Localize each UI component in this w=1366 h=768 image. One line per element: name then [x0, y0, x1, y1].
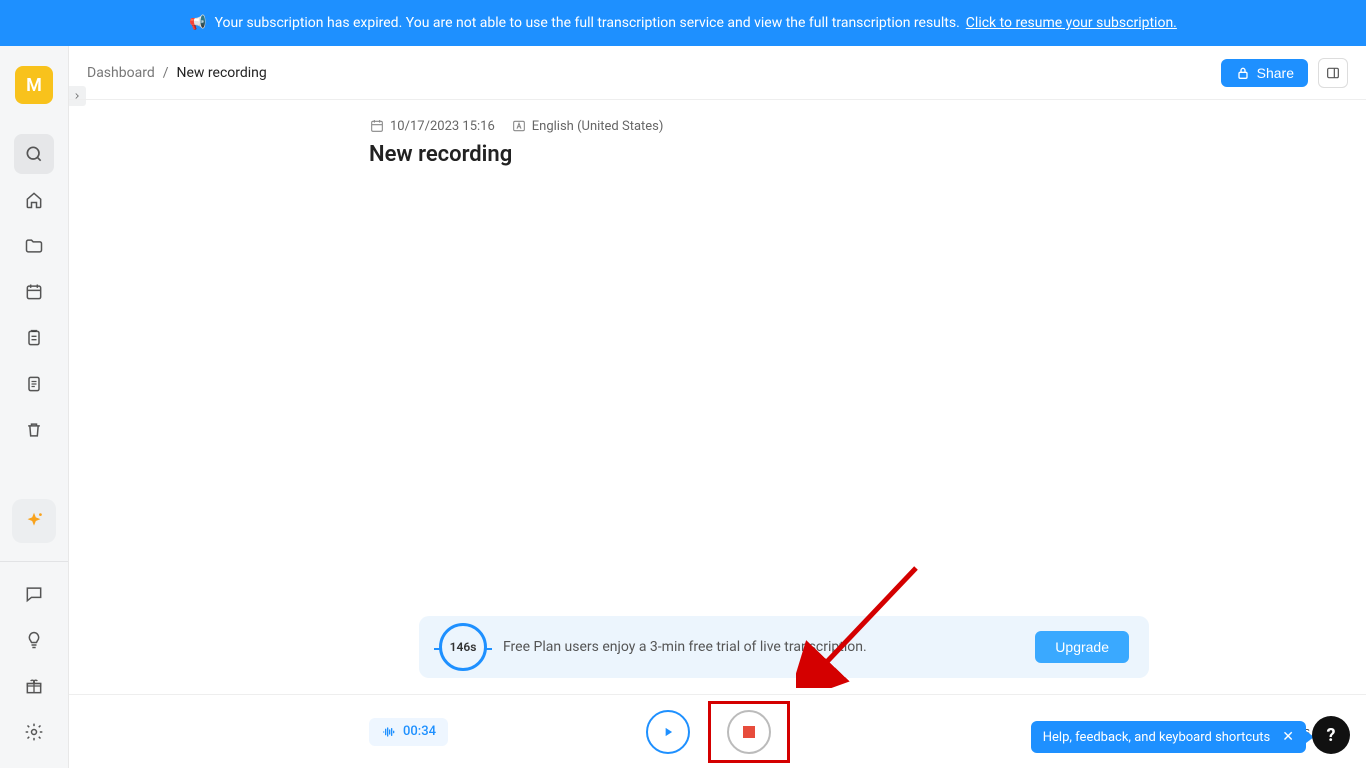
breadcrumb-separator: / [163, 65, 169, 81]
sidebar-trash[interactable] [14, 410, 54, 450]
search-icon [24, 144, 44, 164]
main-content: Dashboard / New recording Share 10/17/20… [68, 46, 1366, 768]
upgrade-button[interactable]: Upgrade [1035, 631, 1129, 663]
meta-row: 10/17/2023 15:16 English (United States) [369, 118, 1326, 134]
breadcrumb-current: New recording [177, 65, 267, 81]
language-icon [511, 118, 527, 134]
panel-icon [1325, 65, 1341, 81]
sidebar: M [0, 46, 68, 768]
sidebar-feedback[interactable] [14, 574, 54, 614]
clipboard-icon [24, 328, 44, 348]
stop-icon [743, 726, 755, 738]
sidebar-divider [0, 561, 68, 562]
waveform-icon [381, 724, 397, 740]
sidebar-settings[interactable] [14, 712, 54, 752]
calendar-icon [24, 282, 44, 302]
share-label: Share [1257, 65, 1294, 81]
megaphone-icon: 📢 [189, 15, 206, 31]
folder-icon [24, 236, 44, 256]
play-icon [661, 725, 675, 739]
trial-timer: 146s [439, 623, 487, 671]
recording-date: 10/17/2023 15:16 [390, 119, 495, 134]
help-tooltip-text: Help, feedback, and keyboard shortcuts [1043, 730, 1271, 745]
gear-icon [24, 722, 44, 742]
help-fab[interactable]: ? [1312, 716, 1350, 754]
user-avatar[interactable]: M [15, 66, 53, 104]
toggle-panel-button[interactable] [1318, 58, 1348, 88]
lightbulb-icon [24, 630, 44, 650]
sidebar-tasks[interactable] [14, 318, 54, 358]
sidebar-folder[interactable] [14, 226, 54, 266]
trash-icon [24, 420, 44, 440]
calendar-small-icon [369, 118, 385, 134]
sidebar-gift[interactable] [14, 666, 54, 706]
recording-language: English (United States) [532, 119, 664, 134]
banner-text: Your subscription has expired. You are n… [215, 15, 960, 31]
sidebar-calendar[interactable] [14, 272, 54, 312]
recording-title[interactable]: New recording [369, 142, 1326, 167]
stop-button-highlight [708, 701, 790, 763]
lock-icon [1235, 65, 1251, 81]
trial-banner: 146s Free Plan users enjoy a 3-min free … [419, 616, 1149, 678]
sidebar-help[interactable] [14, 620, 54, 660]
help-tooltip: Help, feedback, and keyboard shortcuts ✕ [1031, 721, 1306, 753]
gift-icon [24, 676, 44, 696]
topbar: Dashboard / New recording Share [69, 46, 1366, 100]
sparkle-icon [23, 510, 45, 532]
elapsed-time[interactable]: 00:34 [369, 718, 448, 746]
resume-subscription-link[interactable]: Click to resume your subscription. [966, 15, 1177, 31]
help-tooltip-close[interactable]: ✕ [1282, 729, 1294, 745]
stop-button[interactable] [727, 710, 771, 754]
document-icon [24, 374, 44, 394]
share-button[interactable]: Share [1221, 59, 1308, 87]
breadcrumb: Dashboard / New recording [87, 65, 267, 81]
sidebar-ai-button[interactable] [12, 499, 56, 543]
trial-message: Free Plan users enjoy a 3-min free trial… [503, 639, 1035, 655]
chat-icon [24, 584, 44, 604]
sidebar-notes[interactable] [14, 364, 54, 404]
sidebar-home[interactable] [14, 180, 54, 220]
subscription-expired-banner: 📢 Your subscription has expired. You are… [0, 0, 1366, 46]
home-icon [24, 190, 44, 210]
breadcrumb-root[interactable]: Dashboard [87, 65, 155, 81]
sidebar-search[interactable] [14, 134, 54, 174]
play-button[interactable] [646, 710, 690, 754]
